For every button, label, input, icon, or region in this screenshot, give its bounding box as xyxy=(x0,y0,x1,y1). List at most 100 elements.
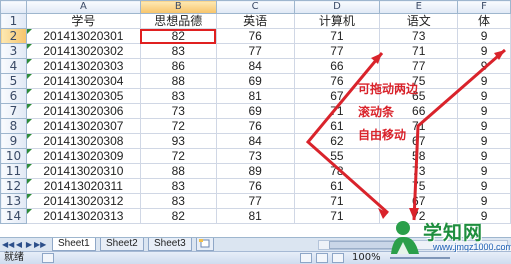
cell-student-id[interactable]: 201413020310 xyxy=(25,163,141,179)
cell-score[interactable]: 67 xyxy=(379,193,459,209)
row-header[interactable]: 6 xyxy=(0,88,27,104)
page-layout-view-icon[interactable] xyxy=(316,253,328,263)
cell-header-morality[interactable]: 思想品德 xyxy=(139,13,217,29)
cell-score[interactable]: 84 xyxy=(215,133,295,149)
column-header-a[interactable]: A xyxy=(25,0,141,14)
cell-student-id[interactable]: 201413020312 xyxy=(25,193,141,209)
column-header-f[interactable]: F xyxy=(457,0,511,14)
row-header[interactable]: 12 xyxy=(0,178,27,194)
row-header[interactable]: 9 xyxy=(0,133,27,149)
cell-score[interactable]: 73 xyxy=(215,148,295,164)
cell-score[interactable]: 66 xyxy=(379,103,459,119)
cell-score[interactable]: 73 xyxy=(379,163,459,179)
cell-score[interactable]: 84 xyxy=(215,58,295,74)
cell-header-english[interactable]: 英语 xyxy=(215,13,295,29)
cell-score[interactable]: 9 xyxy=(457,163,511,179)
cell-score[interactable]: 83 xyxy=(139,43,217,59)
cell-score[interactable]: 81 xyxy=(215,88,295,104)
cell-score[interactable]: 61 xyxy=(293,178,381,194)
cell-score[interactable]: 71 xyxy=(293,103,381,119)
zoom-level[interactable]: 100% xyxy=(352,252,381,264)
row-header[interactable]: 5 xyxy=(0,73,27,89)
cell-score[interactable]: 9 xyxy=(457,58,511,74)
column-header-c[interactable]: C xyxy=(215,0,295,14)
column-header-d[interactable]: D xyxy=(293,0,381,14)
cell-score[interactable]: 78 xyxy=(293,163,381,179)
prev-sheet-icon[interactable]: ◀ xyxy=(14,239,24,250)
cell-header-student-id[interactable]: 学号 xyxy=(25,13,141,29)
cell-student-id[interactable]: 201413020313 xyxy=(25,208,141,224)
cell-score[interactable]: 62 xyxy=(293,133,381,149)
cell-score[interactable]: 9 xyxy=(457,103,511,119)
cell-score[interactable]: 77 xyxy=(379,58,459,74)
cell-score[interactable]: 9 xyxy=(457,88,511,104)
cell-score[interactable]: 77 xyxy=(293,43,381,59)
row-header[interactable]: 8 xyxy=(0,118,27,134)
cell-score[interactable]: 82 xyxy=(139,208,217,224)
cell-score[interactable]: 83 xyxy=(139,178,217,194)
cell-student-id[interactable]: 201413020307 xyxy=(25,118,141,134)
cell-score[interactable]: 71 xyxy=(379,43,459,59)
cell-score[interactable]: 71 xyxy=(293,193,381,209)
cell-score[interactable]: 61 xyxy=(293,118,381,134)
row-header[interactable]: 2 xyxy=(0,28,27,44)
cell-student-id[interactable]: 201413020306 xyxy=(25,103,141,119)
tab-sheet1[interactable]: Sheet1 xyxy=(52,238,96,251)
spreadsheet-grid[interactable]: A B C D E F 1 学号 思想品德 英语 计算机 语文 体 2 20141… xyxy=(0,0,511,237)
cell-header-chinese[interactable]: 语文 xyxy=(379,13,459,29)
cell-student-id[interactable]: 201413020301 xyxy=(25,28,141,44)
tab-sheet2[interactable]: Sheet2 xyxy=(100,238,144,251)
row-header[interactable]: 11 xyxy=(0,163,27,179)
cell-score[interactable]: 86 xyxy=(139,58,217,74)
cell-student-id[interactable]: 201413020304 xyxy=(25,73,141,89)
normal-view-icon[interactable] xyxy=(300,253,312,263)
page-break-view-icon[interactable] xyxy=(332,253,344,263)
cell-score[interactable]: 67 xyxy=(293,88,381,104)
cell-score[interactable]: 76 xyxy=(215,178,295,194)
cell-score[interactable]: 88 xyxy=(139,163,217,179)
cell-student-id[interactable]: 201413020305 xyxy=(25,88,141,104)
cell-score[interactable]: 71 xyxy=(293,208,381,224)
row-header[interactable]: 7 xyxy=(0,103,27,119)
cell-student-id[interactable]: 201413020302 xyxy=(25,43,141,59)
cell-score[interactable]: 69 xyxy=(215,73,295,89)
cell-score[interactable]: 55 xyxy=(293,148,381,164)
cell-score[interactable]: 71 xyxy=(293,28,381,44)
cell-header-pe[interactable]: 体 xyxy=(457,13,511,29)
next-sheet-icon[interactable]: ▶ xyxy=(24,239,34,250)
tab-sheet3[interactable]: Sheet3 xyxy=(148,238,192,251)
cell-score[interactable]: 83 xyxy=(139,193,217,209)
cell-score[interactable]: 9 xyxy=(457,118,511,134)
cell-score[interactable]: 65 xyxy=(379,88,459,104)
row-header[interactable]: 1 xyxy=(0,13,27,29)
row-header[interactable]: 4 xyxy=(0,58,27,74)
cell-score[interactable]: 81 xyxy=(215,208,295,224)
cell-score[interactable]: 76 xyxy=(215,28,295,44)
cell-score[interactable]: 72 xyxy=(139,118,217,134)
cell-student-id[interactable]: 201413020303 xyxy=(25,58,141,74)
cell-score[interactable]: 88 xyxy=(139,73,217,89)
cell-score[interactable]: 75 xyxy=(379,73,459,89)
column-header-b[interactable]: B xyxy=(139,0,217,14)
cell-score[interactable]: 69 xyxy=(215,103,295,119)
row-header[interactable]: 10 xyxy=(0,148,27,164)
cell-score[interactable]: 58 xyxy=(379,148,459,164)
cell-score[interactable]: 9 xyxy=(457,43,511,59)
cell-score[interactable]: 89 xyxy=(215,163,295,179)
cell-score[interactable]: 76 xyxy=(293,73,381,89)
cell-score[interactable]: 76 xyxy=(215,118,295,134)
cell-score[interactable]: 83 xyxy=(139,88,217,104)
cell-score[interactable]: 66 xyxy=(293,58,381,74)
insert-sheet-icon[interactable] xyxy=(196,238,214,251)
cell-student-id[interactable]: 201413020308 xyxy=(25,133,141,149)
cell-score[interactable]: 93 xyxy=(139,133,217,149)
cell-score[interactable]: 77 xyxy=(215,193,295,209)
cell-score[interactable]: 9 xyxy=(457,133,511,149)
cell-score[interactable]: 73 xyxy=(379,28,459,44)
cell-score[interactable]: 9 xyxy=(457,178,511,194)
select-all-corner[interactable] xyxy=(0,0,27,14)
cell-student-id[interactable]: 201413020311 xyxy=(25,178,141,194)
cell-student-id[interactable]: 201413020309 xyxy=(25,148,141,164)
cell-score[interactable]: 67 xyxy=(379,133,459,149)
cell-score[interactable]: 72 xyxy=(139,148,217,164)
